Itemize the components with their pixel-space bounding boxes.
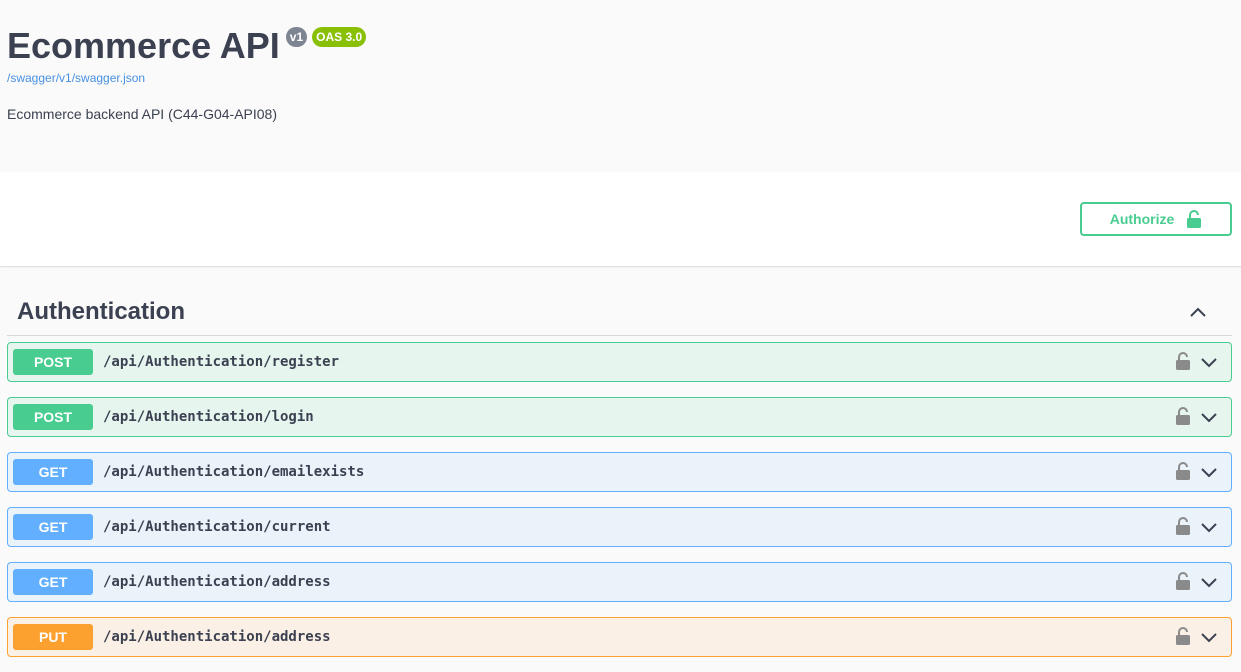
- operation-row[interactable]: GET /api/Authentication/address: [7, 562, 1232, 602]
- method-badge: GET: [13, 514, 93, 540]
- chevron-down-icon[interactable]: [1199, 353, 1219, 373]
- spec-url-link[interactable]: /swagger/v1/swagger.json: [7, 71, 145, 85]
- operation-path: /api/Authentication/address: [103, 574, 331, 590]
- lock-icon[interactable]: [1175, 626, 1191, 646]
- operation-path: /api/Authentication/address: [103, 629, 331, 645]
- chevron-down-icon[interactable]: [1199, 463, 1219, 483]
- operation-row[interactable]: GET /api/Authentication/current: [7, 507, 1232, 547]
- operation-path: /api/Authentication/register: [103, 354, 340, 370]
- method-badge: GET: [13, 459, 93, 485]
- chevron-down-icon[interactable]: [1199, 628, 1219, 648]
- method-badge: POST: [13, 404, 93, 430]
- info-section: Ecommerce API v1 OAS 3.0 /swagger/v1/swa…: [0, 0, 1241, 172]
- method-badge: GET: [13, 569, 93, 595]
- lock-icon[interactable]: [1175, 351, 1191, 371]
- lock-icon[interactable]: [1175, 516, 1191, 536]
- method-badge: POST: [13, 349, 93, 375]
- version-badge: v1: [285, 27, 308, 47]
- operation-path: /api/Authentication/current: [103, 519, 331, 535]
- oas-badge: OAS 3.0: [312, 27, 367, 47]
- operation-path: /api/Authentication/emailexists: [103, 464, 365, 480]
- method-badge: PUT: [13, 624, 93, 650]
- api-description: Ecommerce backend API (C44-G04-API08): [7, 106, 278, 122]
- lock-icon[interactable]: [1175, 461, 1191, 481]
- operation-row[interactable]: GET /api/Authentication/emailexists: [7, 452, 1232, 492]
- chevron-down-icon[interactable]: [1199, 408, 1219, 428]
- chevron-up-icon[interactable]: [1188, 302, 1208, 322]
- tag-title: Authentication: [17, 297, 185, 325]
- page-title: Ecommerce API: [7, 25, 280, 66]
- lock-icon[interactable]: [1175, 406, 1191, 426]
- tag-authentication-header[interactable]: Authentication: [7, 288, 1232, 336]
- operation-row[interactable]: POST /api/Authentication/register: [7, 342, 1232, 382]
- lock-icon[interactable]: [1175, 571, 1191, 591]
- title-row: Ecommerce API v1 OAS 3.0: [7, 24, 367, 68]
- scheme-container: Authorize: [0, 172, 1241, 267]
- chevron-down-icon[interactable]: [1199, 573, 1219, 593]
- operation-row[interactable]: PUT /api/Authentication/address: [7, 617, 1232, 657]
- authorize-label: Authorize: [1109, 211, 1175, 227]
- unlock-icon: [1187, 210, 1202, 228]
- authorize-button[interactable]: Authorize: [1080, 202, 1232, 236]
- operation-row[interactable]: POST /api/Authentication/login: [7, 397, 1232, 437]
- operation-path: /api/Authentication/login: [103, 409, 314, 425]
- operations-section: Authentication POST /api/Authentication/…: [0, 268, 1241, 672]
- chevron-down-icon[interactable]: [1199, 518, 1219, 538]
